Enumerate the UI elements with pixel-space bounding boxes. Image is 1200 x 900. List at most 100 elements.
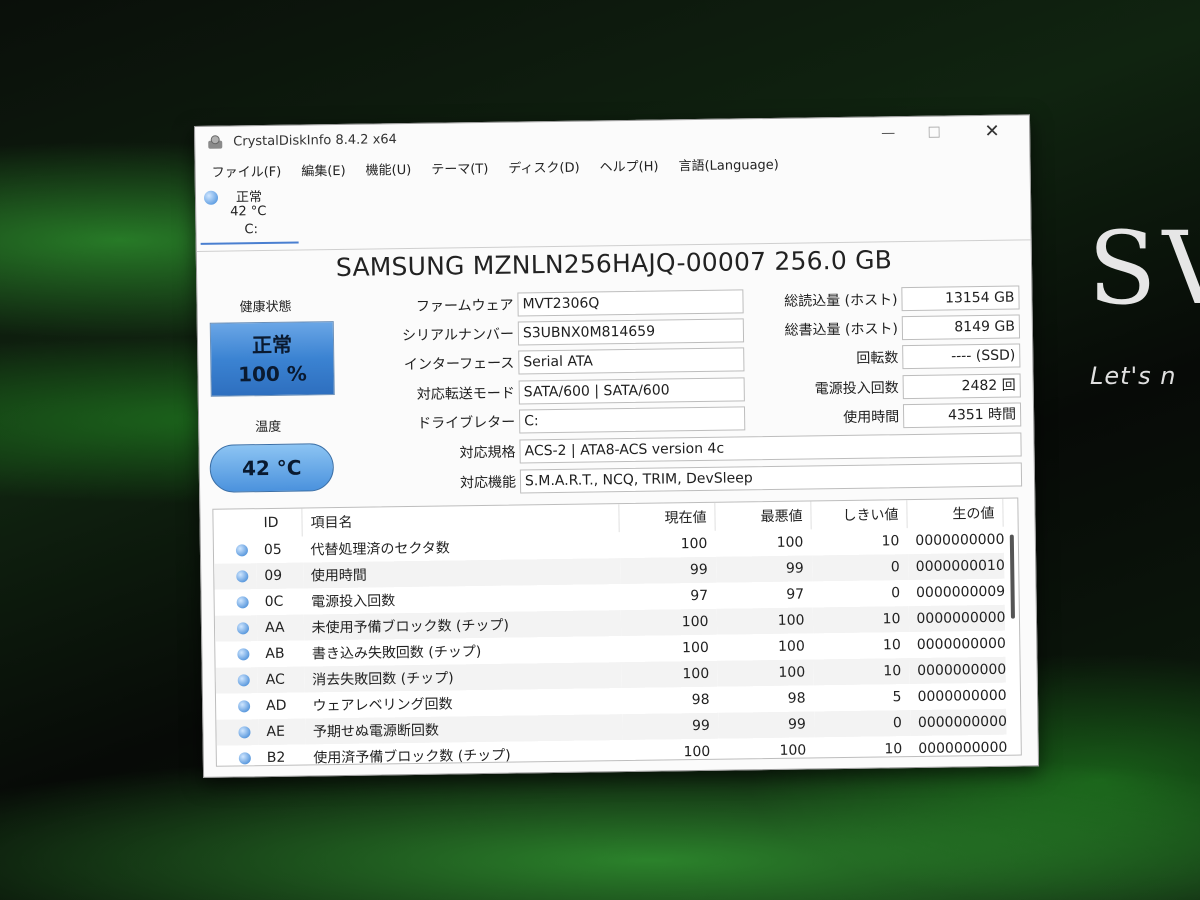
- smart-header-worst[interactable]: 最悪値: [714, 501, 812, 531]
- menu-language[interactable]: 言語(Language): [668, 155, 789, 179]
- status-dot-icon: [238, 752, 251, 765]
- transfer-mode-value: SATA/600 | SATA/600: [518, 377, 745, 405]
- smart-table-scrollbar[interactable]: [1009, 534, 1015, 619]
- smart-threshold: 0: [891, 585, 901, 602]
- smart-threshold: 10: [812, 606, 909, 634]
- drive-tab-letter: C:: [244, 222, 259, 238]
- smart-header-id[interactable]: ID: [255, 508, 303, 538]
- total-reads-label: 総読込量 (ホスト): [784, 292, 898, 310]
- smart-threshold: 10: [813, 658, 910, 686]
- smart-worst: 100: [779, 742, 807, 759]
- smart-id: AB: [265, 645, 285, 663]
- minimize-button[interactable]: —: [865, 119, 911, 148]
- power-on-count-label: 電源投入回数: [814, 380, 899, 398]
- status-dot-icon: [237, 674, 250, 687]
- smart-current: 98: [691, 691, 710, 709]
- smart-current: 100: [621, 660, 718, 689]
- health-status-button[interactable]: 正常 100 %: [209, 321, 335, 397]
- smart-raw: 000000000000: [916, 635, 1005, 653]
- smart-name: 使用済予備ブロック数 (チップ): [313, 747, 511, 767]
- close-button[interactable]: ✕: [969, 118, 1015, 147]
- menu-file[interactable]: ファイル(F): [202, 162, 292, 185]
- transfer-mode-label: 対応転送モード: [416, 385, 515, 403]
- features-label: 対応機能: [459, 474, 517, 492]
- smart-threshold: 5: [892, 689, 902, 706]
- smart-threshold: 10: [882, 637, 901, 654]
- menu-edit[interactable]: 編集(E): [291, 161, 356, 184]
- smart-worst: 97: [786, 586, 805, 603]
- smart-id: 09: [256, 562, 303, 590]
- drive-tab-status: 正常: [235, 190, 263, 206]
- status-dot-icon: [238, 726, 251, 739]
- interface-label: インターフェース: [403, 355, 515, 374]
- menu-help[interactable]: ヘルプ(H): [589, 156, 668, 179]
- status-dot-icon: [237, 648, 250, 661]
- power-on-hours-value: 4351 時間: [902, 402, 1022, 429]
- status-dot-icon: [238, 700, 251, 713]
- smart-worst: 100: [777, 638, 805, 655]
- smart-raw: 0000000009B2: [915, 583, 1005, 601]
- app-icon: [208, 135, 223, 149]
- smart-current: 100: [683, 743, 711, 761]
- smart-current: 100: [620, 608, 717, 637]
- smart-current: 97: [690, 587, 709, 605]
- total-reads-value: 13154 GB: [901, 285, 1020, 312]
- smart-header-icon: [213, 509, 255, 538]
- features-value: S.M.A.R.T., NCQ, TRIM, DevSleep: [519, 462, 1023, 494]
- smart-header-current[interactable]: 現在値: [618, 502, 716, 533]
- menu-function[interactable]: 機能(U): [355, 160, 421, 183]
- temperature-label: 温度: [255, 419, 282, 436]
- drive-tab-temperature: 42 °C: [230, 203, 267, 220]
- rotation-label: 回転数: [856, 350, 899, 367]
- smart-worst: 100: [776, 534, 804, 551]
- smart-current: 100: [681, 639, 709, 657]
- standard-label: 対応規格: [459, 444, 516, 462]
- smart-raw: 000000000015: [917, 687, 1006, 705]
- drive-letter-value: C:: [518, 406, 746, 434]
- smart-threshold: 10: [884, 741, 903, 758]
- smart-id: B2: [266, 749, 286, 767]
- rotation-value: ---- (SSD): [902, 343, 1021, 370]
- smart-id: AE: [258, 718, 306, 746]
- menu-disk[interactable]: ディスク(D): [498, 157, 590, 180]
- smart-attributes-table[interactable]: ID 項目名 現在値 最悪値 しきい値 生の値 05 代替処理済のセクタ数 10…: [212, 497, 1022, 767]
- power-on-count-value: 2482 回: [902, 373, 1021, 400]
- health-percent: 100 %: [237, 361, 308, 387]
- smart-header-threshold[interactable]: しきい値: [810, 500, 908, 530]
- smart-id: 05: [263, 541, 282, 559]
- smart-id: AD: [265, 697, 287, 715]
- health-label: 健康状態: [239, 299, 292, 316]
- smart-id: AA: [256, 614, 304, 642]
- smart-worst: 99: [717, 711, 815, 739]
- firmware-label: ファームウェア: [415, 297, 514, 315]
- smart-current: 100: [680, 535, 708, 553]
- smart-threshold: 0: [811, 554, 908, 582]
- smart-id: AC: [257, 666, 305, 694]
- smart-worst: 98: [787, 690, 806, 707]
- health-status: 正常: [251, 332, 293, 358]
- standard-value: ACS-2 | ATA8-ACS version 4c: [519, 432, 1022, 464]
- menu-theme[interactable]: テーマ(T): [421, 159, 498, 182]
- smart-current: 99: [621, 712, 719, 741]
- total-writes-value: 8149 GB: [901, 314, 1021, 341]
- serial-label: シリアルナンバー: [401, 326, 515, 345]
- smart-worst: 100: [717, 659, 814, 687]
- drive-tab-c[interactable]: 正常 42 °C C:: [199, 183, 299, 245]
- firmware-value: MVT2306Q: [517, 289, 744, 317]
- drive-status-icon: [203, 190, 219, 205]
- smart-threshold: 0: [813, 710, 911, 738]
- status-dot-icon: [236, 596, 249, 609]
- smart-header-raw[interactable]: 生の値: [906, 498, 1004, 529]
- status-dot-icon: [236, 570, 249, 583]
- temperature-button[interactable]: 42 °C: [209, 443, 335, 493]
- total-writes-label: 総書込量 (ホスト): [784, 321, 899, 339]
- smart-raw: 0000000010FF: [907, 552, 1004, 581]
- smart-raw: 00000000000F: [909, 708, 1007, 737]
- maximize-button[interactable]: ☐: [911, 118, 957, 147]
- smart-raw: 000000000000: [908, 604, 1005, 633]
- power-on-hours-label: 使用時間: [843, 409, 900, 426]
- wallpaper-brand-mark: SV: [1088, 210, 1200, 327]
- smart-header-name[interactable]: 項目名: [301, 504, 620, 537]
- menu-bar: ファイル(F) 編集(E) 機能(U) テーマ(T) ディスク(D) ヘルプ(H…: [202, 155, 789, 185]
- title-bar[interactable]: CrystalDiskInfo 8.4.2 x64 — ☐ ✕: [195, 115, 1029, 159]
